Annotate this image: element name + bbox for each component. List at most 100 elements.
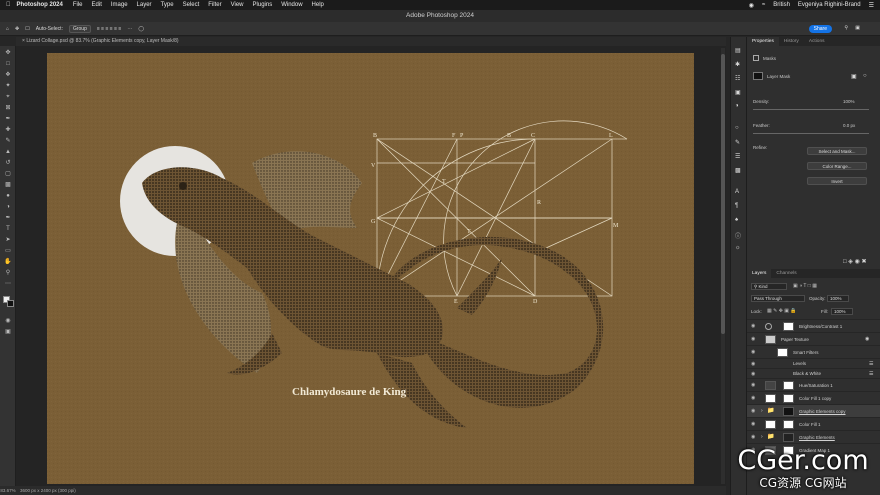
glyphs-panel-icon[interactable]: ♠ bbox=[735, 217, 738, 223]
control-center-icon[interactable]: ☰ bbox=[869, 2, 874, 9]
invert-button[interactable]: Invert bbox=[807, 177, 867, 185]
canvas-area[interactable]: BFP BCL VG RM ED TT Chlamydosaure de Kin… bbox=[16, 46, 726, 486]
hand-tool[interactable]: ✋ bbox=[4, 259, 12, 265]
crop-tool[interactable]: ⌖ bbox=[4, 94, 12, 100]
fill-field[interactable]: 100% bbox=[831, 308, 853, 315]
menu-file[interactable]: File bbox=[73, 2, 83, 8]
character-panel-icon[interactable]: A bbox=[735, 189, 739, 195]
select-and-mask-button[interactable]: Select and Mask... bbox=[807, 147, 867, 155]
marquee-tool[interactable]: □ bbox=[4, 61, 12, 67]
dodge-tool[interactable]: ◑ bbox=[4, 204, 12, 210]
libraries-panel-icon[interactable]: ☷ bbox=[735, 75, 740, 82]
auto-select-checkbox[interactable]: ☐ bbox=[25, 26, 29, 32]
layer-mask-thumb[interactable] bbox=[783, 381, 794, 390]
cc-icon[interactable]: ◉ bbox=[749, 2, 754, 9]
layer-row[interactable]: ◉ Smart Filters bbox=[747, 345, 880, 358]
layer-mask-thumb[interactable] bbox=[783, 433, 794, 442]
visibility-icon[interactable]: ◉ bbox=[855, 259, 860, 265]
tab-history[interactable]: History bbox=[779, 37, 804, 46]
history-panel-icon[interactable]: ▤ bbox=[735, 47, 741, 54]
workspace-icon[interactable]: ▣ bbox=[855, 25, 860, 31]
shape-tool[interactable]: ▭ bbox=[4, 248, 12, 254]
app-menu[interactable]: Photoshop 2024 bbox=[17, 2, 63, 8]
filter-icons[interactable]: ▣ ◑ T □ ▦ bbox=[793, 283, 817, 289]
layer-row[interactable]: ◉ Hue/Saturation 1 bbox=[747, 378, 880, 391]
layer-row[interactable]: ◉ Paper Texture ◉ bbox=[747, 332, 880, 345]
input-source[interactable]: British bbox=[773, 2, 790, 8]
menu-view[interactable]: View bbox=[231, 2, 244, 8]
tab-actions[interactable]: Actions bbox=[804, 37, 830, 46]
layer-row[interactable]: ◉ Black & White ☰ bbox=[747, 368, 880, 378]
layer-row[interactable]: ◉ Color Fill 1 copy bbox=[747, 391, 880, 404]
zoom-tool[interactable]: ⚲ bbox=[4, 270, 12, 276]
layer-row[interactable]: ◉ › 📁 Graphic Elements bbox=[747, 430, 880, 443]
color-range-button[interactable]: Color Range... bbox=[807, 162, 867, 170]
layer-mask-thumb[interactable] bbox=[783, 394, 794, 403]
brush-tool[interactable]: ✎ bbox=[4, 138, 12, 144]
3d-mode-icon[interactable]: ◯ bbox=[138, 26, 144, 32]
info-panel-icon[interactable]: ⓘ bbox=[735, 231, 741, 240]
lasso-tool[interactable]: ❖ bbox=[4, 72, 12, 78]
menu-image[interactable]: Image bbox=[111, 2, 128, 8]
menu-filter[interactable]: Filter bbox=[208, 2, 221, 8]
eyedropper-tool[interactable]: ✒ bbox=[4, 116, 12, 122]
object-select-tool[interactable]: ✦ bbox=[4, 83, 12, 89]
share-button[interactable]: Share bbox=[808, 25, 832, 33]
artboard[interactable]: BFP BCL VG RM ED TT Chlamydosaure de Kin… bbox=[47, 53, 694, 484]
blur-tool[interactable]: ● bbox=[4, 193, 12, 199]
feather-value[interactable]: 0.0 px bbox=[843, 123, 855, 128]
scrollbar-thumb[interactable] bbox=[721, 54, 725, 334]
wifi-icon[interactable]: ≈ bbox=[762, 2, 765, 8]
menu-window[interactable]: Window bbox=[281, 2, 302, 8]
vertical-scrollbar[interactable] bbox=[721, 48, 725, 484]
menu-plugins[interactable]: Plugins bbox=[253, 2, 273, 8]
layer-row[interactable]: ◉ Brightness/Contrast 1 bbox=[747, 319, 880, 332]
zoom-level[interactable]: 83.67% bbox=[0, 486, 16, 495]
eraser-tool[interactable]: ▢ bbox=[4, 171, 12, 177]
density-slider[interactable] bbox=[753, 109, 869, 110]
quick-mask-icon[interactable]: ◉ bbox=[4, 318, 12, 324]
delete-mask-icon[interactable]: ✖ bbox=[862, 259, 867, 265]
menu-edit[interactable]: Edit bbox=[92, 2, 102, 8]
blend-mode-dropdown[interactable]: Pass Through bbox=[751, 295, 805, 302]
path-select-tool[interactable]: ➤ bbox=[4, 237, 12, 243]
density-value[interactable]: 100% bbox=[843, 99, 855, 104]
home-icon[interactable]: ⌂ bbox=[6, 26, 9, 32]
menu-select[interactable]: Select bbox=[183, 2, 200, 8]
user-name[interactable]: Evgeniya Righini-Brand bbox=[798, 2, 861, 8]
auto-select-target[interactable]: Group bbox=[68, 24, 91, 33]
move-tool[interactable]: ✥ bbox=[4, 50, 12, 56]
layer-mask-thumb[interactable] bbox=[783, 407, 794, 416]
healing-tool[interactable]: ✚ bbox=[4, 127, 12, 133]
pen-tool[interactable]: ✒ bbox=[4, 215, 12, 221]
feather-slider[interactable] bbox=[753, 133, 869, 134]
navigator-panel-icon[interactable]: ☼ bbox=[735, 245, 741, 251]
layer-filter-dropdown[interactable]: ⚲ Kind bbox=[751, 283, 787, 290]
menu-type[interactable]: Type bbox=[161, 2, 174, 8]
menu-layer[interactable]: Layer bbox=[137, 2, 152, 8]
apple-icon[interactable]:  bbox=[6, 2, 11, 8]
tab-properties[interactable]: Properties bbox=[747, 37, 779, 46]
load-selection-icon[interactable]: □ bbox=[843, 259, 847, 265]
screen-mode-icon[interactable]: ▣ bbox=[4, 329, 12, 335]
layer-mask-thumb[interactable] bbox=[783, 420, 794, 429]
apply-mask-icon[interactable]: ◈ bbox=[848, 259, 853, 265]
background-color-swatch[interactable] bbox=[7, 300, 14, 307]
tab-layers[interactable]: Layers bbox=[747, 269, 772, 278]
frame-tool[interactable]: ⊠ bbox=[4, 105, 12, 111]
more-tools-icon[interactable]: ⋯ bbox=[4, 281, 12, 287]
search-icon[interactable]: ⚲ bbox=[844, 25, 848, 31]
layer-row[interactable]: ◉ Levels ☰ bbox=[747, 358, 880, 368]
select-pixel-mask-icon[interactable]: ▣ bbox=[851, 73, 857, 80]
gradient-tool[interactable]: ▩ bbox=[4, 182, 12, 188]
swatches-panel-icon[interactable]: ▩ bbox=[735, 167, 741, 174]
filter-mask-thumb[interactable] bbox=[777, 348, 788, 357]
opacity-field[interactable]: 100% bbox=[827, 295, 849, 302]
lock-icons[interactable]: ▦ ✎ ✥ ▣ 🔒 bbox=[767, 308, 797, 314]
tab-channels[interactable]: Channels bbox=[771, 269, 801, 278]
layer-row-selected[interactable]: ◉ › 📁 Graphic Elements copy bbox=[747, 404, 880, 417]
paragraph-panel-icon[interactable]: ¶ bbox=[735, 203, 738, 209]
paths-panel-icon[interactable]: ○ bbox=[735, 125, 739, 131]
history-brush-tool[interactable]: ↺ bbox=[4, 160, 12, 166]
document-tab[interactable]: × Lizard Collage.psd @ 83.7% (Graphic El… bbox=[16, 37, 726, 46]
